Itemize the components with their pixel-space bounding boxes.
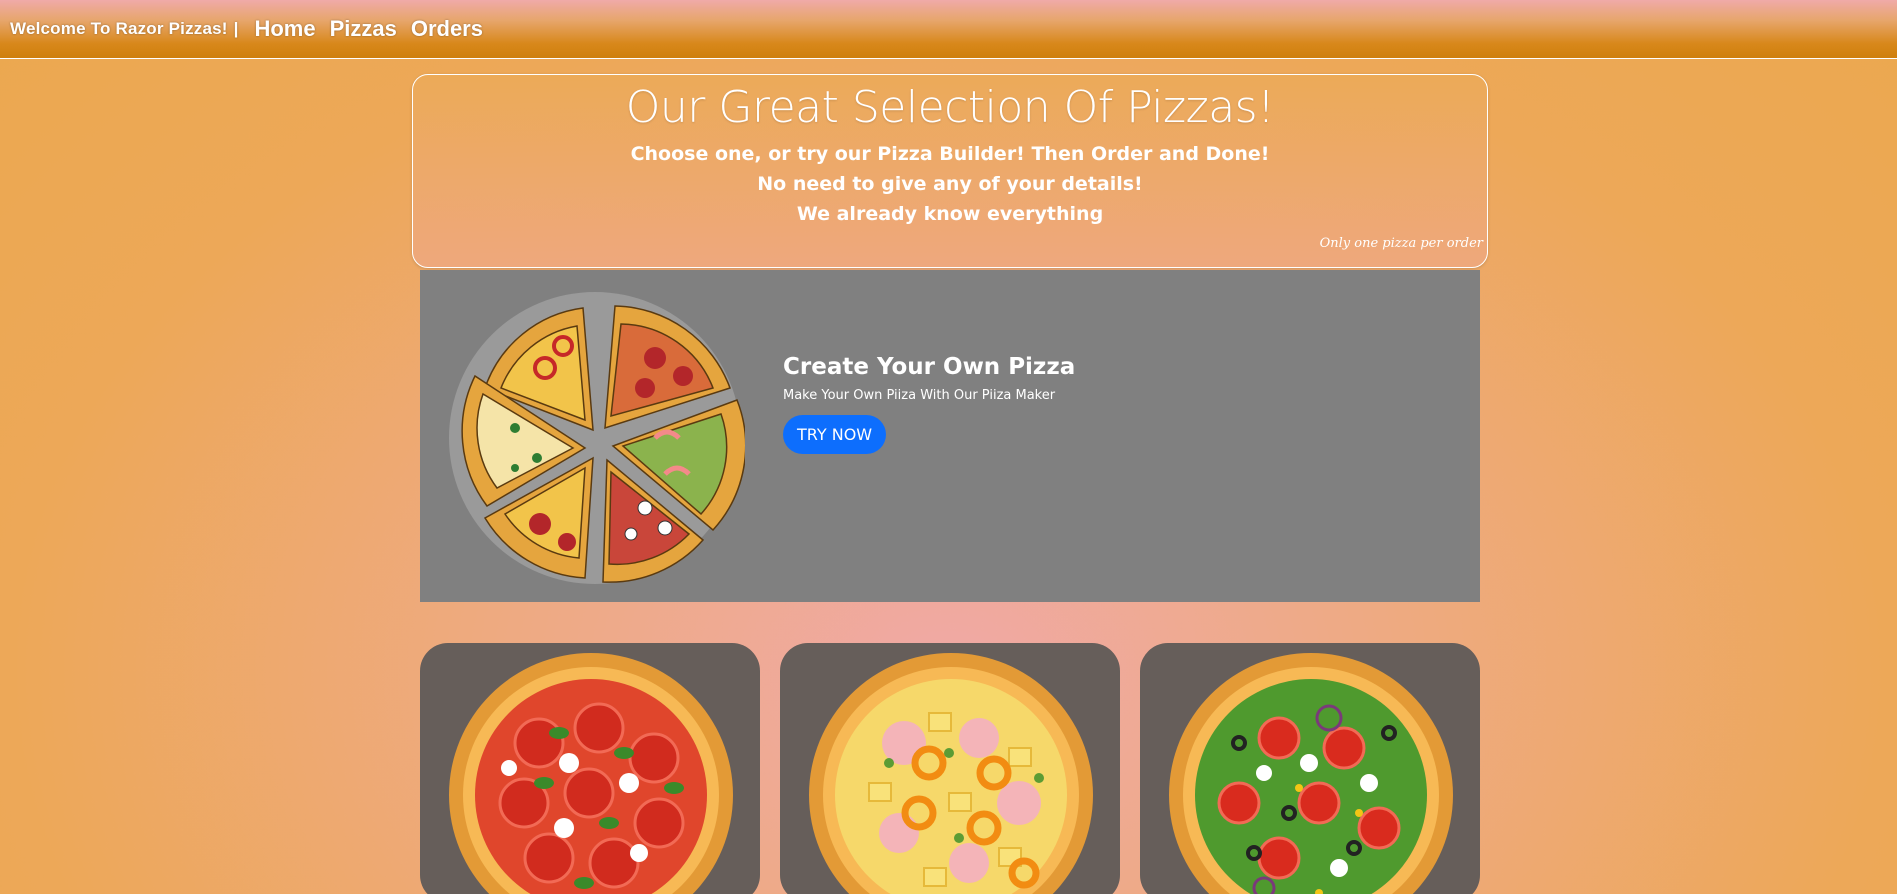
order-limit-note: Only one pizza per order	[1319, 236, 1483, 251]
pizza-builder-promo: Create Your Own Pizza Make Your Own Piiz…	[420, 270, 1480, 602]
try-now-button[interactable]: TRY NOW	[783, 415, 887, 454]
promo-title: Create Your Own Pizza	[783, 354, 1076, 380]
nav-pizzas-link[interactable]: Pizzas	[330, 16, 397, 42]
pizza-card[interactable]	[420, 643, 760, 894]
hero-line-3: We already know everything	[796, 203, 1104, 225]
brand-title[interactable]: Welcome To Razor Pizzas!	[10, 19, 228, 39]
hero-line-2: No need to give any of your details!	[757, 173, 1143, 195]
brand-separator: |	[233, 19, 239, 38]
sliced-pizza-image	[449, 292, 745, 584]
promo-text-block: Create Your Own Pizza Make Your Own Piiz…	[783, 354, 1075, 454]
top-navbar: Welcome To Razor Pizzas! | Home Pizzas O…	[0, 0, 1897, 59]
ham-pineapple-pizza-image	[809, 653, 1093, 894]
hero-panel: Our Great Selection Of Pizzas! Choose on…	[412, 74, 1488, 268]
pizza-card[interactable]	[780, 643, 1120, 894]
page-title: Our Great Selection Of Pizzas!	[625, 82, 1275, 133]
nav-orders-link[interactable]: Orders	[411, 16, 483, 42]
tomato-basil-pizza-image	[449, 653, 733, 894]
veggie-olive-pizza-image	[1169, 653, 1453, 894]
hero-line-1: Choose one, or try our Pizza Builder! Th…	[630, 143, 1270, 165]
pizza-card[interactable]	[1140, 643, 1480, 894]
promo-subtitle: Make Your Own Piiza With Our Piiza Maker	[783, 388, 1056, 403]
nav-home-link[interactable]: Home	[254, 16, 315, 42]
